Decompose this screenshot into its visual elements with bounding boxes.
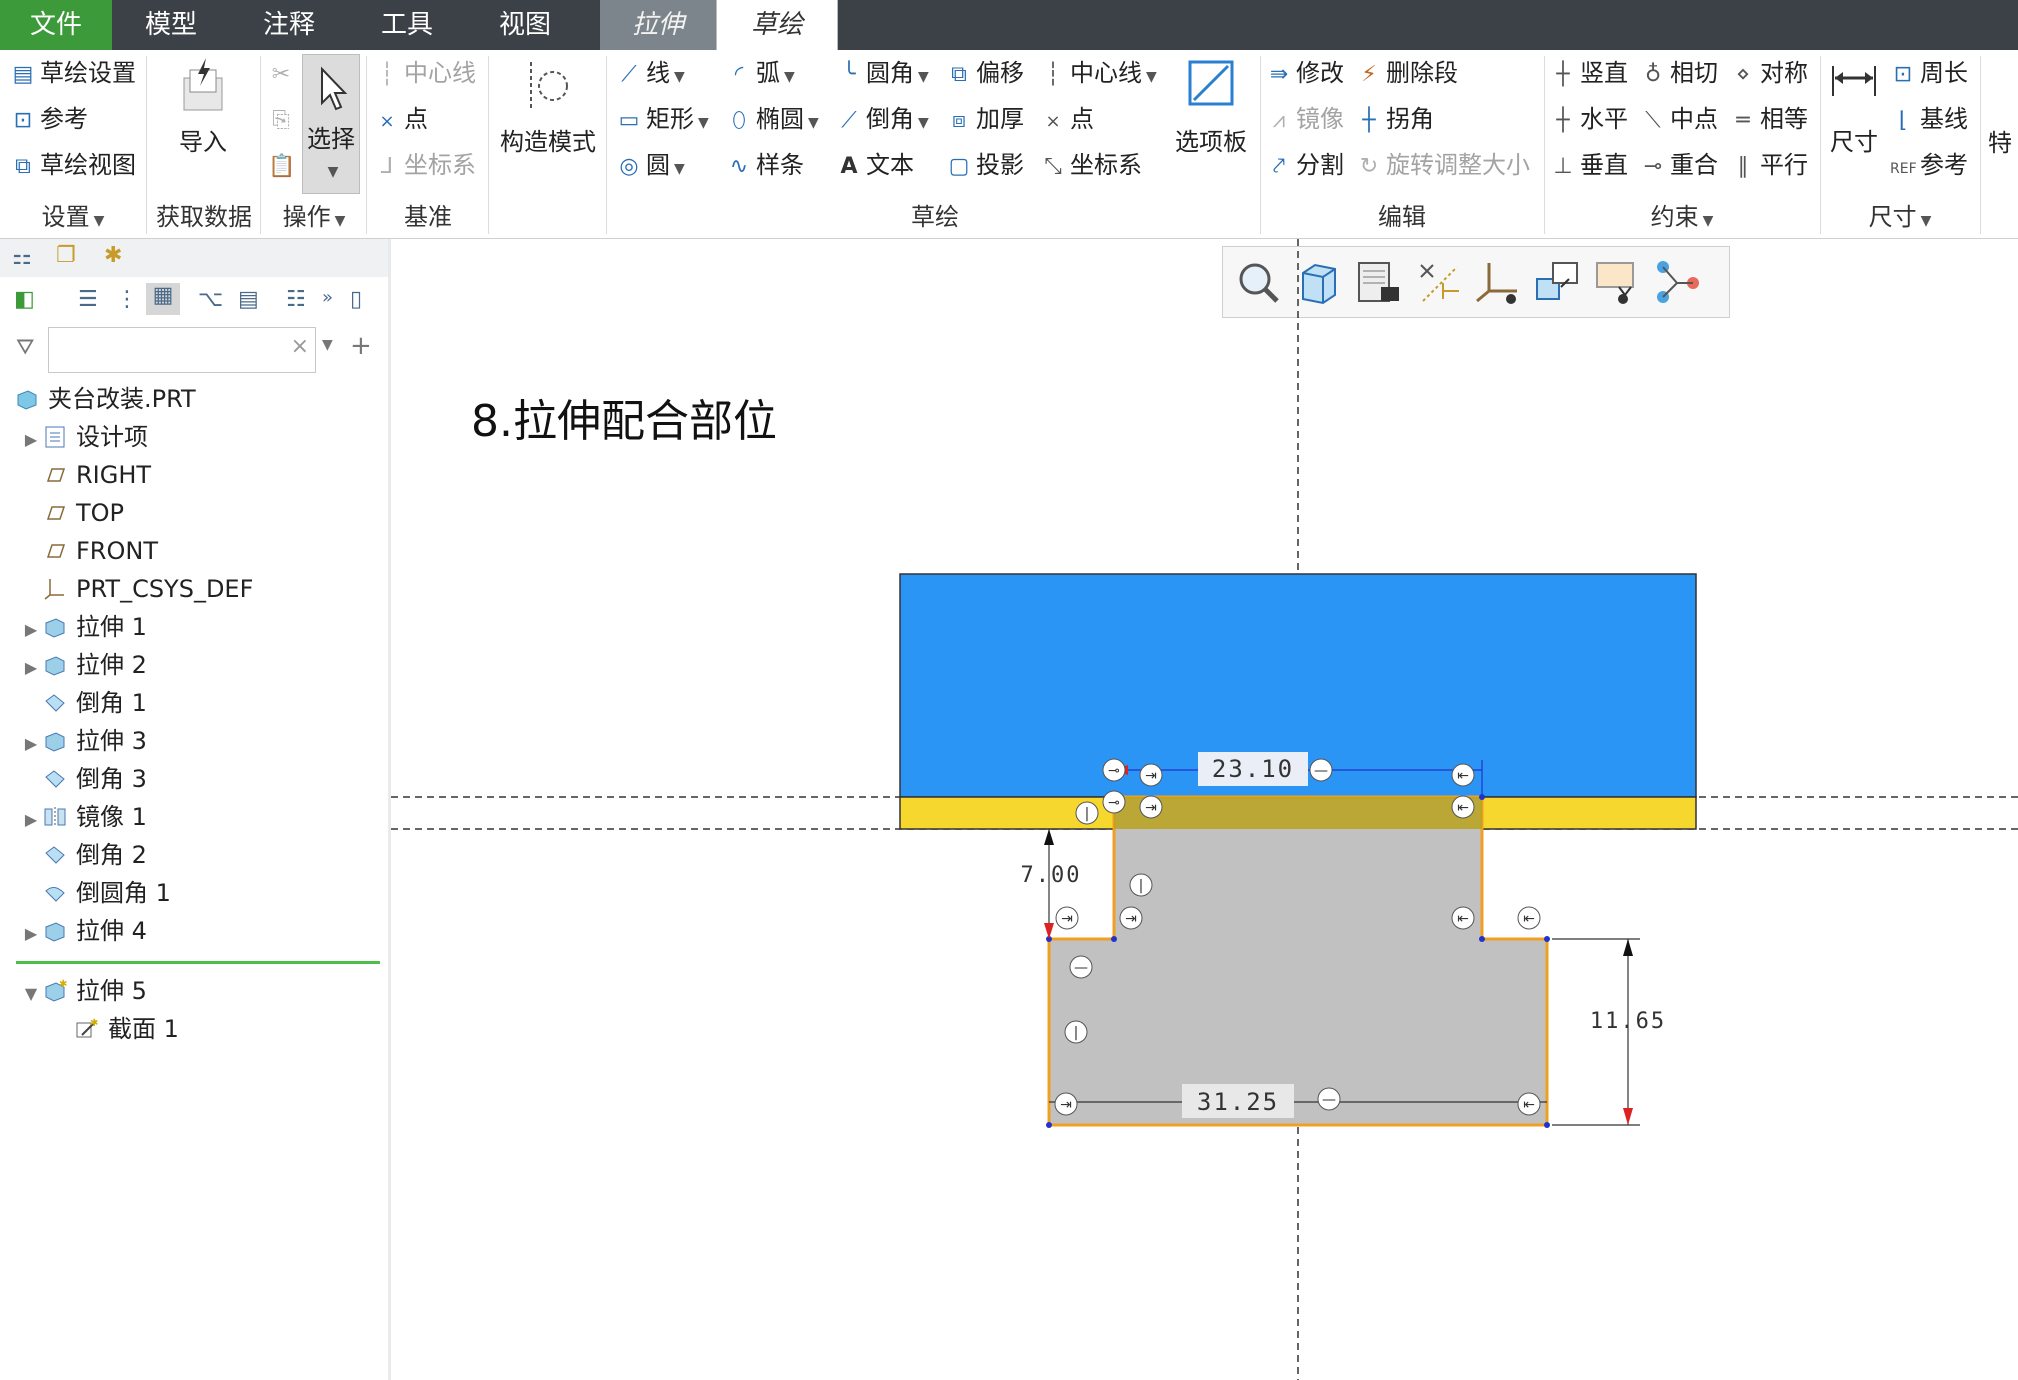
svg-text:⇥: ⇥ bbox=[1061, 911, 1073, 927]
constraint-symbol[interactable]: ⇥ bbox=[1139, 795, 1163, 819]
constraint-symbol[interactable]: | bbox=[1075, 801, 1099, 825]
svg-text:|: | bbox=[1139, 878, 1144, 894]
svg-text:|: | bbox=[1074, 1025, 1079, 1041]
sketch-section-region[interactable] bbox=[1047, 795, 1549, 1127]
constraint-symbol[interactable]: ⇤ bbox=[1451, 906, 1475, 930]
svg-text:⇥: ⇥ bbox=[1060, 1097, 1072, 1113]
svg-text:⇤: ⇤ bbox=[1457, 768, 1469, 784]
constraint-symbol[interactable]: — bbox=[1309, 758, 1333, 782]
constraint-symbol[interactable]: ⇥ bbox=[1055, 906, 1079, 930]
svg-text:—: — bbox=[1074, 960, 1088, 976]
vertex[interactable] bbox=[1479, 936, 1485, 942]
dimension-right-height-value[interactable]: 11.65 bbox=[1590, 1009, 1666, 1034]
constraint-symbol[interactable]: ⊸ bbox=[1102, 790, 1126, 814]
svg-text:⇤: ⇤ bbox=[1457, 800, 1469, 816]
vertex[interactable] bbox=[1046, 1122, 1052, 1128]
svg-text:⊸: ⊸ bbox=[1108, 795, 1120, 811]
overlap-region bbox=[1114, 797, 1482, 829]
vertex[interactable] bbox=[1544, 936, 1550, 942]
constraint-symbol[interactable]: ⇤ bbox=[1451, 795, 1475, 819]
svg-text:|: | bbox=[1085, 806, 1090, 822]
svg-text:⇥: ⇥ bbox=[1145, 768, 1157, 784]
constraint-symbol[interactable]: ⇤ bbox=[1451, 763, 1475, 787]
vertex[interactable] bbox=[1544, 1122, 1550, 1128]
dimension-top-width-value[interactable]: 23.10 bbox=[1212, 755, 1294, 783]
svg-text:⇥: ⇥ bbox=[1125, 911, 1137, 927]
sketch-geometry: 23.10 7.00 11.65 31.25 ⊸ ⇥ — ⇤ ⊸ ⇥ ⇤ | |… bbox=[391, 239, 2018, 1380]
svg-text:⇤: ⇤ bbox=[1523, 1097, 1535, 1113]
svg-text:⇤: ⇤ bbox=[1457, 911, 1469, 927]
constraint-symbol[interactable]: ⊸ bbox=[1102, 758, 1126, 782]
svg-text:—: — bbox=[1322, 1092, 1336, 1108]
svg-text:⇥: ⇥ bbox=[1145, 800, 1157, 816]
constraint-symbol[interactable]: ⇤ bbox=[1517, 906, 1541, 930]
constraint-symbol[interactable]: — bbox=[1317, 1087, 1341, 1111]
dimension-left-height-value[interactable]: 7.00 bbox=[1021, 863, 1082, 888]
vertex[interactable] bbox=[1111, 936, 1117, 942]
dimension-bottom-width-value[interactable]: 31.25 bbox=[1197, 1088, 1279, 1116]
constraint-symbol[interactable]: — bbox=[1069, 955, 1093, 979]
constraint-symbol[interactable]: ⇥ bbox=[1054, 1092, 1078, 1116]
svg-text:⇤: ⇤ bbox=[1523, 911, 1535, 927]
constraint-symbol[interactable]: ⇥ bbox=[1119, 906, 1143, 930]
svg-text:⊸: ⊸ bbox=[1108, 763, 1120, 779]
constraint-symbol[interactable]: | bbox=[1129, 873, 1153, 897]
svg-text:—: — bbox=[1314, 763, 1328, 779]
constraint-symbol[interactable]: ⇤ bbox=[1517, 1092, 1541, 1116]
constraint-symbol[interactable]: | bbox=[1064, 1020, 1088, 1044]
constraint-symbol[interactable]: ⇥ bbox=[1139, 763, 1163, 787]
